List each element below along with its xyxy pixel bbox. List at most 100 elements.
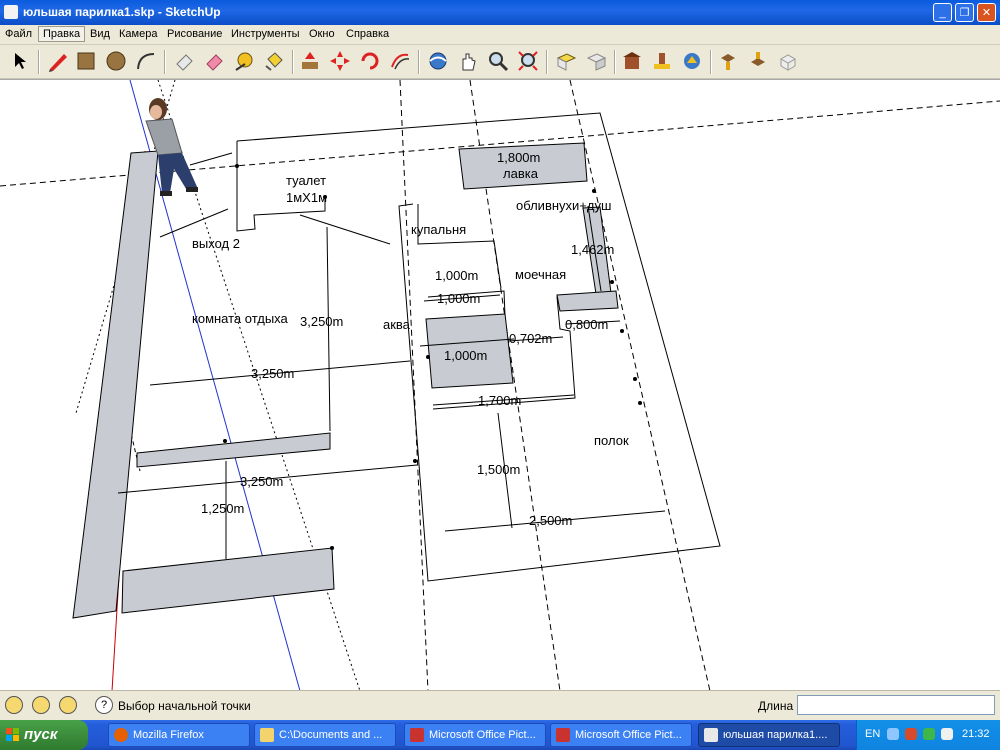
minimize-button[interactable]: _ (933, 3, 952, 22)
circle-icon[interactable] (104, 49, 128, 73)
volume-icon[interactable] (941, 728, 953, 740)
task-picture-manager-2[interactable]: Microsoft Office Pict... (550, 723, 692, 747)
drawing-viewport[interactable]: туалет 1мХ1м выход 2 комната отдыха купа… (0, 79, 1000, 691)
start-label: пуск (24, 726, 58, 743)
partition (556, 290, 619, 312)
security-icon[interactable] (905, 728, 917, 740)
dim-1800: 1,800m (497, 150, 540, 165)
model-canvas[interactable]: туалет 1мХ1м выход 2 комната отдыха купа… (0, 80, 1000, 691)
wall-left (72, 150, 159, 619)
leader-toilet (299, 214, 391, 245)
task-firefox[interactable]: Mozilla Firefox (108, 723, 250, 747)
dim-1000-bath: 1,000m (435, 268, 478, 283)
wall-bottom (121, 547, 335, 614)
wall-middle (136, 432, 331, 468)
label-toilet-size: 1мХ1м (286, 190, 327, 205)
title-bar: юльшая парилка1.skp - SketchUp _ ❐ ✕ (0, 0, 1000, 25)
close-button[interactable]: ✕ (977, 3, 996, 22)
antivirus-icon[interactable] (923, 728, 935, 740)
label-bath: купальня (411, 222, 466, 237)
start-button[interactable]: пуск (0, 720, 88, 750)
dim-3250-vertical: 3,250m (300, 314, 343, 329)
menu-file[interactable]: Файл (5, 28, 32, 40)
menu-help[interactable]: Справка (346, 28, 389, 40)
iso-view-icon[interactable] (584, 49, 608, 73)
windows-flag-icon (6, 728, 19, 741)
menu-bar: Файл Правка Вид Камера Рисование Инструм… (0, 25, 1000, 45)
task-documents-folder[interactable]: C:\Documents and ... (254, 723, 396, 747)
menu-tools[interactable]: Инструменты (231, 28, 300, 40)
picture-manager-icon (556, 728, 570, 742)
paint-eraser-icon[interactable] (202, 49, 226, 73)
offset-icon[interactable] (388, 49, 412, 73)
sketchup-icon (704, 728, 718, 742)
move-icon[interactable] (328, 49, 352, 73)
component-outline-icon[interactable] (776, 49, 800, 73)
sketchup-app-icon[interactable] (4, 5, 18, 19)
label-toilet: туалет (286, 173, 326, 188)
leader-top (189, 152, 233, 166)
orbit-icon[interactable] (426, 49, 450, 73)
label-washroom: моечная (515, 267, 566, 282)
share-icon[interactable] (680, 49, 704, 73)
network-icon[interactable] (887, 728, 899, 740)
task-picture-manager-1[interactable]: Microsoft Office Pict... (404, 723, 546, 747)
select-icon[interactable] (8, 49, 32, 73)
component-up-icon[interactable] (716, 49, 740, 73)
credits-icon[interactable] (32, 696, 50, 714)
dim-1000-width: 1,000m (437, 291, 480, 306)
firefox-icon (114, 728, 128, 742)
tape-measure-icon[interactable] (232, 49, 256, 73)
pencil-icon[interactable] (46, 49, 70, 73)
label-aqua: аква (383, 317, 411, 332)
dim-3250-upper: 3,250m (251, 366, 294, 381)
zoom-extents-icon[interactable] (516, 49, 540, 73)
arc-icon[interactable] (134, 49, 158, 73)
picture-manager-icon (410, 728, 424, 742)
rest-room-walls[interactable] (72, 150, 335, 619)
dim-1250: 1,250m (201, 501, 244, 516)
zoom-icon[interactable] (486, 49, 510, 73)
menu-camera[interactable]: Камера (119, 28, 157, 40)
push-pull-icon[interactable] (298, 49, 322, 73)
paint-bucket-icon[interactable] (262, 49, 286, 73)
dim-0800: 0,800m (565, 317, 608, 332)
top-view-icon[interactable] (554, 49, 578, 73)
place-model-icon[interactable] (650, 49, 674, 73)
task-sketchup[interactable]: юльшая парилка1.... (698, 723, 840, 747)
pan-icon[interactable] (456, 49, 480, 73)
dim-3250-lower: 3,250m (240, 474, 283, 489)
rotate-icon[interactable] (358, 49, 382, 73)
dim-0702: 0,702m (509, 331, 552, 346)
language-indicator[interactable]: EN (865, 728, 880, 740)
status-bar: ? Выбор начальной точки Длина (0, 690, 1000, 721)
user-icon[interactable] (59, 696, 77, 714)
help-icon[interactable]: ? (95, 696, 113, 714)
label-rest-room: комната отдыха (192, 311, 289, 326)
warehouse-icon[interactable] (620, 49, 644, 73)
menu-edit[interactable]: Правка (38, 26, 86, 42)
maximize-button[interactable]: ❐ (955, 3, 974, 22)
rectangle-icon[interactable] (74, 49, 98, 73)
label-shelf: полок (594, 433, 629, 448)
menu-window[interactable]: Окно (309, 28, 335, 40)
dim-1462: 1,462m (571, 242, 614, 257)
label-douse-shower: обливнухи+душ (516, 198, 611, 213)
clock: 21:32 (962, 728, 990, 740)
system-tray: EN 21:32 (856, 720, 1000, 750)
label-bench: лавка (503, 166, 539, 181)
component-down-icon[interactable] (746, 49, 770, 73)
main-toolbar (0, 45, 1000, 79)
measurements-label: Длина (758, 699, 794, 713)
folder-icon (260, 728, 274, 742)
eraser-icon[interactable] (172, 49, 196, 73)
geo-icon[interactable] (5, 696, 23, 714)
menu-view[interactable]: Вид (90, 28, 110, 40)
guide-line-1 (399, 80, 429, 691)
dim-1000-aqua: 1,000m (444, 348, 487, 363)
label-exit-2: выход 2 (192, 236, 240, 251)
measurements-box[interactable] (797, 695, 995, 715)
dim-1500: 1,500m (477, 462, 520, 477)
status-text: Выбор начальной точки (118, 699, 251, 713)
menu-draw[interactable]: Рисование (167, 28, 222, 40)
